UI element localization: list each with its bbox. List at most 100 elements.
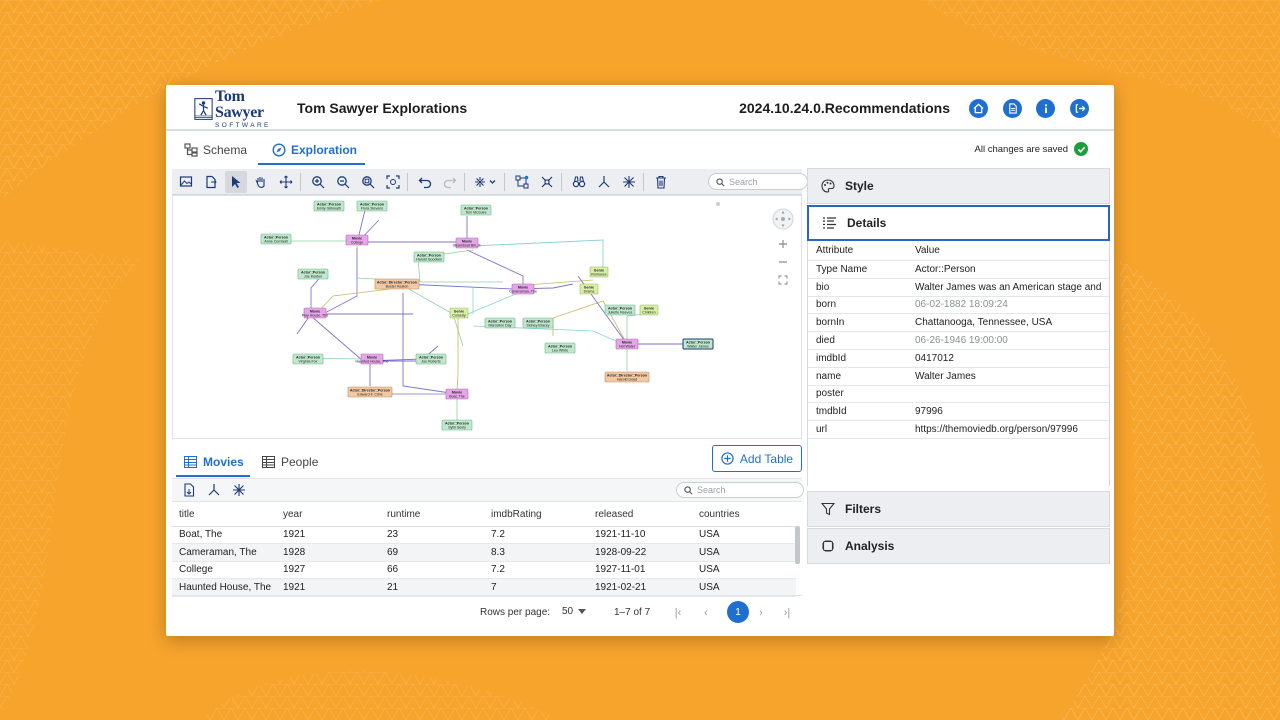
table-cell: Haunted House, The — [172, 578, 276, 597]
redo-button[interactable] — [439, 171, 461, 193]
document-button[interactable] — [1003, 99, 1022, 118]
graph-node[interactable]: Actor::PersonMarceline Day — [484, 317, 516, 329]
rows-per-page-select[interactable]: 50 — [562, 606, 587, 617]
graph-node[interactable]: GenreRomance — [589, 266, 609, 278]
graph-node[interactable]: MovieHaunted House, The — [355, 353, 389, 365]
table-search-input[interactable]: Search — [676, 482, 804, 498]
table-row[interactable]: Boat, The 1921 23 7.2 1921-11-10 USA — [172, 526, 796, 544]
select-tool-button[interactable] — [225, 170, 247, 193]
graph-node[interactable]: Actor::PersonJoe Roberts — [415, 353, 447, 365]
style-panel-header[interactable]: Style — [807, 168, 1110, 204]
tab-schema[interactable]: Schema — [184, 139, 247, 161]
graph-node[interactable]: Actor::PersonJuliette Reeves — [604, 304, 636, 316]
graph-node[interactable]: MovieHot Water — [615, 338, 639, 350]
details-row[interactable]: tmdbId 97996 — [808, 403, 1109, 422]
graph-node[interactable]: MoviePlay House, The — [302, 307, 329, 319]
graph-node[interactable]: MovieBoat, The — [445, 388, 469, 400]
burst-layout-button[interactable] — [228, 479, 250, 501]
canvas-zoom-out-button[interactable] — [775, 254, 791, 270]
details-row[interactable]: Type Name Actor::Person — [808, 261, 1109, 279]
column-header[interactable]: imdbRating — [484, 504, 588, 527]
graph-canvas[interactable]: Actor::Person Emily GilbreathActor::Perso… — [172, 195, 802, 439]
analysis-panel-header[interactable]: Analysis — [807, 528, 1110, 564]
zoom-out-button[interactable] — [332, 171, 354, 193]
tree-layout-button[interactable] — [203, 479, 225, 501]
graph-node[interactable]: Actor::Director::PersonBuster Keaton — [374, 278, 420, 290]
delete-button[interactable] — [650, 171, 672, 193]
graph-node[interactable]: GenreDrama — [579, 283, 599, 295]
current-page-button[interactable]: 1 — [727, 601, 749, 623]
graph-node[interactable]: Actor::PersonVirginia Fox — [292, 353, 324, 365]
graph-node[interactable]: Actor::PersonHarold Goodwin — [413, 251, 445, 263]
column-header[interactable]: runtime — [380, 504, 484, 527]
zoom-fit-button[interactable] — [357, 171, 379, 193]
graph-node[interactable]: Actor::Director::PersonEdward F. Cline — [347, 386, 393, 398]
details-row[interactable]: bornIn Chattanooga, Tennessee, USA — [808, 314, 1109, 333]
graph-node[interactable]: Actor::PersonJoe Keaton — [297, 268, 329, 280]
details-row[interactable]: born 06-02-1882 18:09:24 — [808, 297, 1109, 315]
graph-node[interactable]: Actor::PersonFlora Stevens — [356, 200, 388, 212]
graph-search-input[interactable]: Search — [708, 173, 808, 190]
add-table-button[interactable]: Add Table — [712, 445, 802, 472]
graph-node[interactable]: MovieCollege — [345, 234, 369, 246]
first-page-button[interactable]: |‹ — [669, 604, 687, 622]
column-header[interactable]: title — [172, 504, 276, 527]
last-page-button[interactable]: ›| — [778, 604, 796, 622]
details-row[interactable]: imdbId 0417012 — [808, 350, 1109, 368]
filters-panel-header[interactable]: Filters — [807, 491, 1110, 527]
exit-button[interactable] — [1070, 99, 1089, 118]
graph-node[interactable]: MovieSteamboat Bill, Jr. — [453, 237, 482, 249]
zoom-in-button[interactable] — [307, 171, 329, 193]
column-header[interactable]: countries — [692, 504, 796, 527]
column-header[interactable]: released — [588, 504, 692, 527]
graph-node[interactable]: Actor::PersonLeo White — [544, 342, 576, 354]
layout-menu-button[interactable] — [471, 171, 501, 193]
table-row[interactable]: Cameraman, The 1928 69 8.3 1928-09-22 US… — [172, 543, 796, 562]
prev-page-button[interactable]: ‹ — [697, 604, 715, 622]
column-header[interactable]: year — [276, 504, 380, 527]
graph-node[interactable]: Actor::PersonSidney Bracey — [522, 317, 554, 329]
graph-node[interactable]: Actor::Director::PersonHarold Lloyd — [604, 371, 650, 383]
graph-node[interactable]: Actor::PersonEmily Gilbreath — [313, 200, 345, 212]
details-row[interactable]: url https://themoviedb.org/person/97996 — [808, 421, 1109, 439]
graph-node[interactable]: GenreComedy — [449, 307, 469, 319]
graph-node[interactable]: Actor::PersonAnne Cornwall — [260, 233, 292, 245]
graph-node[interactable]: MovieCameraman, The — [509, 283, 537, 295]
tree-layout-button[interactable] — [593, 171, 615, 193]
find-button[interactable] — [568, 171, 590, 193]
burst-layout-button[interactable] — [618, 171, 640, 193]
details-row[interactable]: bio Walter James was an American stage an… — [808, 279, 1109, 297]
graph-node[interactable]: Actor::PersonWalter James — [682, 338, 714, 350]
fit-view-button[interactable] — [382, 171, 404, 193]
graph-node[interactable]: GenreChildren — [639, 304, 659, 316]
info-button[interactable] — [1036, 99, 1055, 118]
next-page-button[interactable]: › — [752, 604, 770, 622]
move-tool-button[interactable] — [275, 171, 297, 193]
details-row[interactable]: poster — [808, 386, 1109, 404]
tab-movies[interactable]: Movies — [176, 455, 250, 477]
canvas-zoom-in-button[interactable] — [775, 236, 791, 252]
table-scrollbar[interactable] — [795, 526, 800, 564]
filters-panel-label: Filters — [845, 502, 882, 516]
graph-node[interactable]: Actor::PersonTom McGuire — [460, 204, 492, 216]
details-panel-header[interactable]: Details — [807, 205, 1110, 241]
table-row[interactable]: Haunted House, The 1921 21 7 1921-02-21 … — [172, 578, 796, 597]
table-row[interactable]: College 1927 66 7.2 1927-11-01 USA — [172, 561, 796, 579]
details-row[interactable]: died 06-26-1946 19:00:00 — [808, 332, 1109, 350]
pan-tool-button[interactable] — [250, 171, 272, 193]
graph-nodes[interactable]: Actor::PersonEmily GilbreathActor::Perso… — [260, 200, 714, 431]
collapse-button[interactable] — [536, 171, 558, 193]
export-table-button[interactable] — [178, 479, 200, 501]
home-button[interactable] — [969, 99, 988, 118]
undo-button[interactable] — [414, 171, 436, 193]
tab-exploration[interactable]: Exploration — [257, 139, 366, 165]
file-export-button[interactable] — [200, 171, 222, 193]
graph-node[interactable]: Actor::PersonSybil Seely — [441, 419, 473, 431]
pan-control[interactable] — [772, 208, 794, 230]
graph-view[interactable]: Actor::PersonEmily GilbreathActor::Perso… — [173, 196, 801, 438]
image-export-button[interactable] — [175, 171, 197, 193]
canvas-fit-button[interactable] — [775, 272, 791, 288]
details-row[interactable]: name Walter James — [808, 368, 1109, 386]
tab-people[interactable]: People — [262, 455, 318, 469]
expand-button[interactable] — [511, 171, 533, 193]
